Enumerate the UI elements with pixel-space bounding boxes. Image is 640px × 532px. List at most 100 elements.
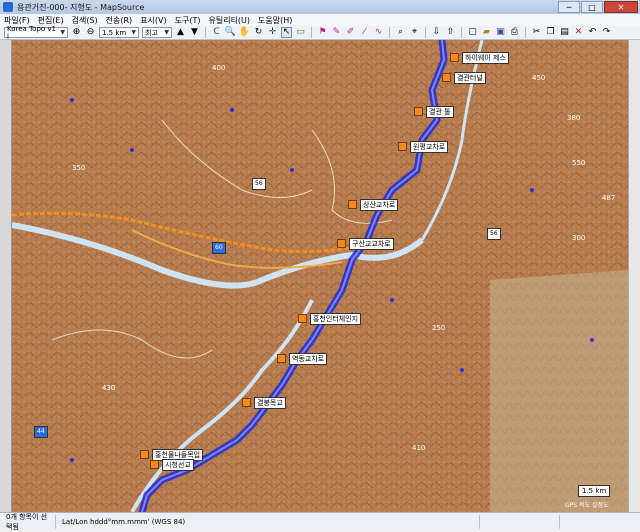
menu-search[interactable]: 검색(S) — [72, 15, 98, 26]
highway-exit-icon[interactable] — [450, 53, 459, 62]
menu-bar: 파일(F) 편집(E) 검색(S) 전송(R) 표시(V) 도구(T) 유틸리티… — [0, 14, 640, 26]
resize-grip[interactable] — [560, 515, 640, 529]
distance-icon[interactable]: ⁄ — [359, 27, 370, 38]
highway-exit-icon[interactable] — [337, 239, 346, 248]
route-tool-icon[interactable]: ᑕ — [211, 27, 222, 38]
app-icon — [3, 2, 13, 12]
find-nearby-icon[interactable]: ⌖ — [409, 27, 420, 38]
paste-icon[interactable]: ▤ — [559, 27, 570, 38]
send-icon[interactable]: ⇧ — [445, 27, 456, 38]
elevation-label: 450 — [532, 74, 545, 82]
open-file-icon[interactable]: ▰ — [481, 27, 492, 38]
road-shield: 56 — [252, 178, 266, 190]
map-down-icon[interactable]: ▼ — [189, 27, 200, 38]
close-button[interactable]: ✕ — [604, 1, 638, 13]
detail-level-select[interactable]: 최고 ▼ — [142, 27, 172, 38]
waypoint-label[interactable]: 하이웨이 제스 — [462, 52, 509, 64]
cut-icon[interactable]: ✂ — [531, 27, 542, 38]
zoom-in-icon[interactable]: ⊕ — [71, 27, 82, 38]
app-window: 용관거진-000- 지형도 - MapSource ─ □ ✕ 파일(F) 편집… — [0, 0, 640, 531]
highway-exit-icon[interactable] — [140, 450, 149, 459]
highway-exit-icon[interactable] — [414, 107, 423, 116]
map-view[interactable]: 450 380 550 487 300 400 350 250 430 410 — [12, 40, 628, 512]
rotate-tool-icon[interactable]: ↻ — [253, 27, 264, 38]
chevron-down-icon: ▼ — [60, 29, 65, 36]
toolbar-separator — [311, 27, 312, 38]
map-product-value: Korea Topo v1 l — [7, 24, 56, 41]
print-icon[interactable]: ⎙ — [509, 27, 520, 38]
route-create-icon[interactable]: ✐ — [345, 27, 356, 38]
elevation-label: 250 — [432, 324, 445, 332]
waypoint-label[interactable]: 결봉목교 — [254, 397, 286, 409]
highway-exit-icon[interactable] — [150, 460, 159, 469]
find-icon[interactable]: ⌕ — [395, 27, 406, 38]
window-title: 용관거진-000- 지형도 - MapSource — [17, 2, 145, 12]
toolbar-separator — [525, 27, 526, 38]
select-tool-icon[interactable]: ↖ — [281, 27, 292, 38]
track-icon[interactable]: ✎ — [331, 27, 342, 38]
waypoint-label[interactable]: 결관 톨 — [426, 106, 454, 118]
waypoint-label[interactable]: 시청선교 — [162, 459, 194, 471]
left-margin — [0, 40, 12, 512]
zoom-out-icon[interactable]: ⊖ — [85, 27, 96, 38]
selection-status: 0개 항목이 선택됨 — [0, 513, 56, 531]
receive-icon[interactable]: ⇩ — [431, 27, 442, 38]
waypoint-label[interactable]: 구산교교차로 — [349, 238, 394, 250]
flag-waypoint-icon[interactable]: ⚑ — [317, 27, 328, 38]
scale-bar: 1.5 km — [578, 485, 611, 497]
toolbar-separator — [389, 27, 390, 38]
elevation-label: 550 — [572, 159, 585, 167]
redo-icon[interactable]: ↷ — [601, 27, 612, 38]
hand-tool-icon[interactable]: ✋ — [239, 27, 250, 38]
highway-exit-icon[interactable] — [442, 73, 451, 82]
poi-dot — [130, 148, 134, 152]
chevron-down-icon: ▼ — [164, 29, 169, 36]
waypoint-label[interactable]: 상산교차로 — [360, 199, 399, 211]
waypoint-label[interactable]: 결관터널 — [454, 72, 486, 84]
elevation-label: 350 — [72, 164, 85, 172]
new-file-icon[interactable]: ▢ — [467, 27, 478, 38]
menu-transfer[interactable]: 전송(R) — [106, 15, 133, 26]
minimize-button[interactable]: ─ — [558, 1, 580, 13]
delete-icon[interactable]: ✕ — [573, 27, 584, 38]
status-bar: 0개 항목이 선택됨 Lat/Lon hddd°mm.mmm' (WGS 84) — [0, 512, 640, 531]
track-edit-icon[interactable]: ∿ — [373, 27, 384, 38]
highway-exit-icon[interactable] — [348, 200, 357, 209]
map-scrollbar[interactable] — [628, 40, 640, 512]
gps-note: GPS 적도 설정도 — [565, 502, 609, 509]
topo-map[interactable]: 450 380 550 487 300 400 350 250 430 410 — [12, 40, 628, 512]
toolbar-separator — [205, 27, 206, 38]
elevation-label: 300 — [572, 234, 585, 242]
menu-utilities[interactable]: 유틸리티(U) — [208, 15, 250, 26]
highway-exit-icon[interactable] — [242, 398, 251, 407]
menu-tools[interactable]: 도구(T) — [175, 15, 201, 26]
map-product-select[interactable]: Korea Topo v1 l ▼ — [4, 24, 68, 41]
measure-tool-icon[interactable]: ▭ — [295, 27, 306, 38]
menu-help[interactable]: 도움말(H) — [258, 15, 292, 26]
chevron-down-icon: ▼ — [131, 29, 136, 36]
save-icon[interactable]: ▣ — [495, 27, 506, 38]
copy-icon[interactable]: ❐ — [545, 27, 556, 38]
waypoint-label[interactable]: 역동교차로 — [289, 353, 328, 365]
zoom-level-value: 1.5 km — [102, 28, 127, 37]
menu-view[interactable]: 표시(V) — [140, 15, 166, 26]
coordinate-format: Lat/Lon hddd°mm.mmm' (WGS 84) — [56, 514, 480, 529]
poi-dot — [530, 188, 534, 192]
poi-dot — [460, 368, 464, 372]
highway-exit-icon[interactable] — [398, 142, 407, 151]
elevation-label: 487 — [602, 194, 615, 202]
undo-icon[interactable]: ↶ — [587, 27, 598, 38]
map-up-icon[interactable]: ▲ — [175, 27, 186, 38]
highway-exit-icon[interactable] — [277, 354, 286, 363]
zoom-tool-icon[interactable]: 🔍 — [225, 27, 236, 38]
waypoint-label[interactable]: 원평교차로 — [410, 141, 449, 153]
toolbar: Korea Topo v1 l ▼ ⊕ ⊖ 1.5 km ▼ 최고 ▼ ▲ ▼ … — [0, 24, 640, 41]
zoom-level-select[interactable]: 1.5 km ▼ — [99, 27, 139, 38]
highway-exit-icon[interactable] — [298, 314, 307, 323]
waypoint-tool-icon[interactable]: ✛ — [267, 27, 278, 38]
maximize-button[interactable]: □ — [581, 1, 603, 13]
poi-dot — [230, 108, 234, 112]
waypoint-label[interactable]: 홍천인터체인지 — [310, 313, 362, 325]
title-bar[interactable]: 용관거진-000- 지형도 - MapSource ─ □ ✕ — [0, 0, 640, 14]
toolbar-separator — [425, 27, 426, 38]
